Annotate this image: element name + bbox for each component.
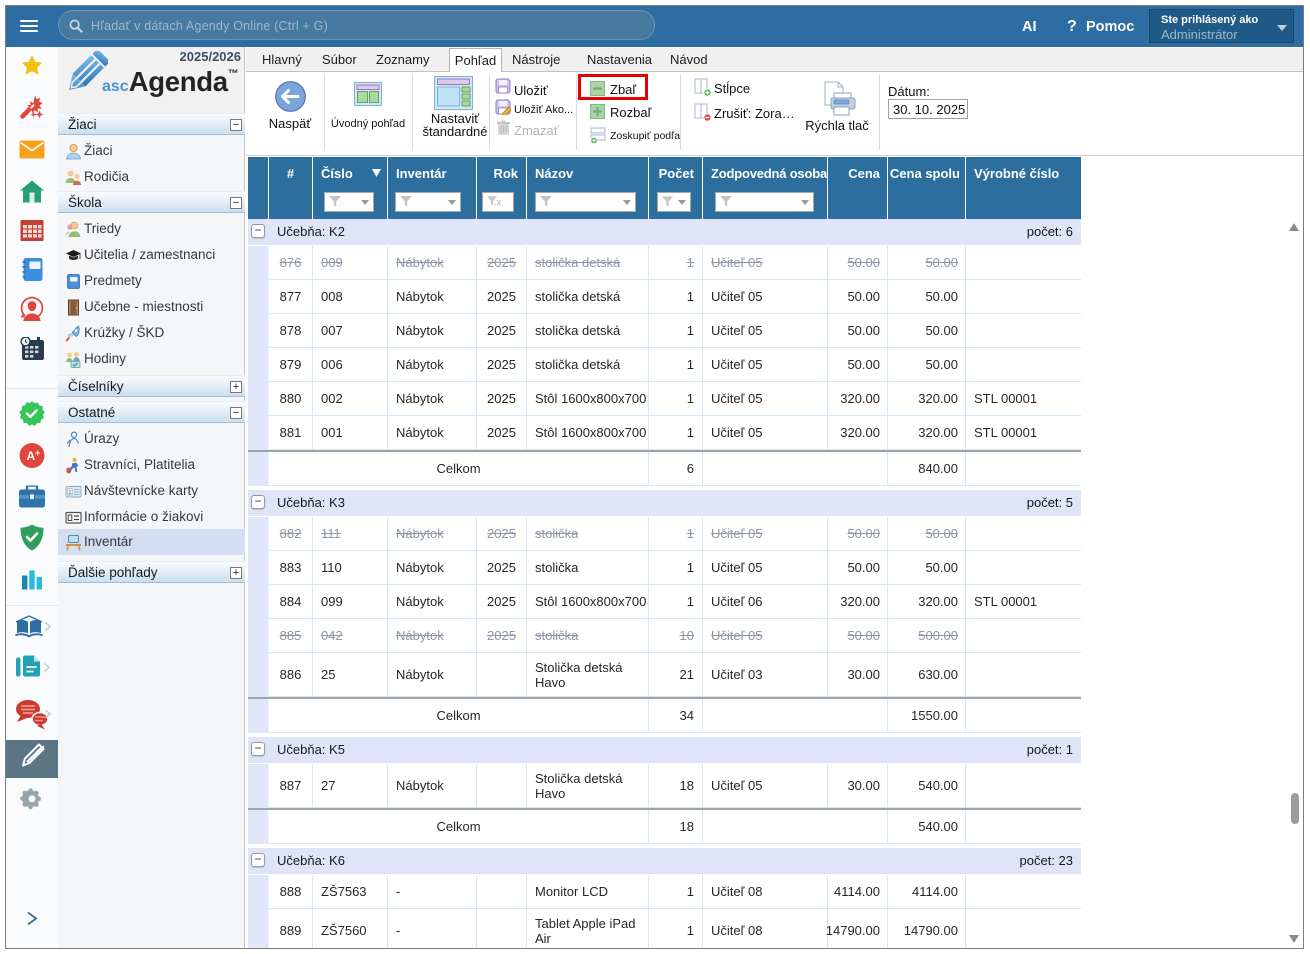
- svg-text:+: +: [35, 448, 40, 458]
